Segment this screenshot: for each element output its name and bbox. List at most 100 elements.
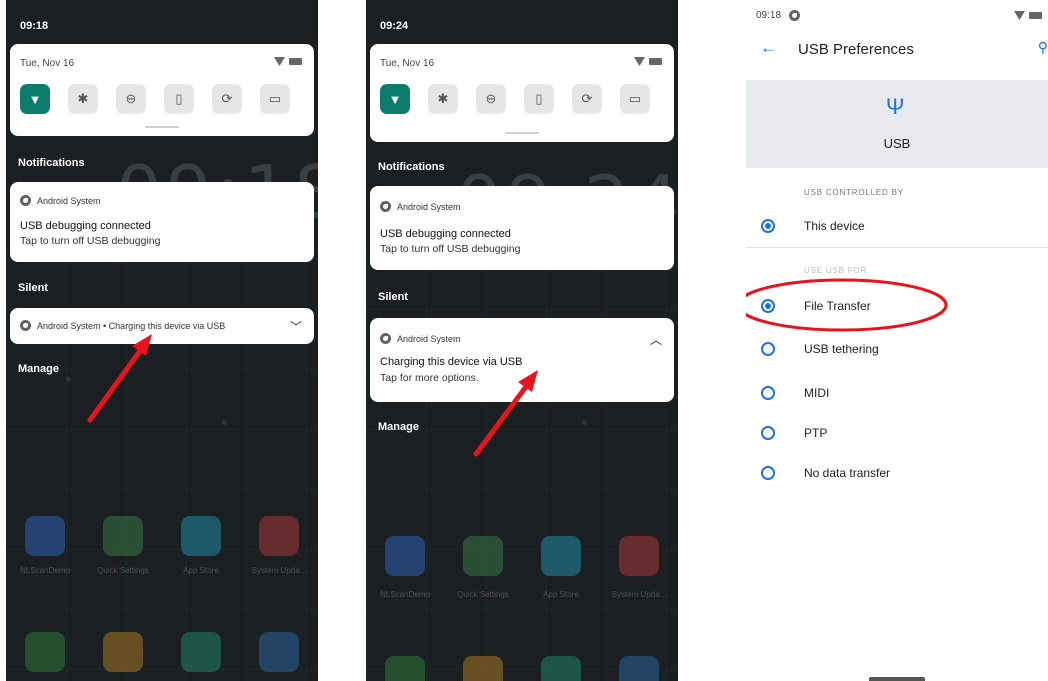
app-icon-quick-settings[interactable] <box>463 536 503 576</box>
radio-unchecked[interactable] <box>761 342 775 356</box>
wifi-icon <box>1014 11 1025 20</box>
manage-button[interactable]: Manage <box>18 363 59 375</box>
option-label: PTP <box>804 426 828 440</box>
qs-status-icons <box>274 57 302 66</box>
browser-app-icon[interactable] <box>181 632 221 672</box>
silent-header: Silent <box>378 291 408 303</box>
flashlight-icon: ▯ <box>535 91 543 106</box>
usb-label: USB <box>883 136 911 151</box>
page-title: USB Preferences <box>798 41 914 58</box>
notification-app-name: Android System <box>397 201 461 212</box>
option-no-data-transfer[interactable]: No data transfer <box>746 453 1048 493</box>
chevron-down-icon[interactable]: ﹀ <box>290 318 302 335</box>
manage-button[interactable]: Manage <box>378 421 419 433</box>
phone-app-icon[interactable] <box>385 656 425 681</box>
battery-saver-icon: ▭ <box>628 91 642 106</box>
notification-app-name: Android System <box>397 333 461 344</box>
status-bar-time: 09:18 <box>756 10 782 21</box>
drag-handle[interactable] <box>145 126 179 128</box>
app-label: Quick Settings <box>457 590 509 599</box>
qs-date: Tue, Nov 16 <box>380 58 435 69</box>
battery-icon <box>1029 12 1042 19</box>
chevron-up-icon[interactable]: ︿ <box>650 331 662 348</box>
android-system-icon <box>380 201 391 212</box>
option-this-device[interactable]: This device <box>746 206 1048 246</box>
radio-unchecked[interactable] <box>761 386 775 400</box>
browser-app-icon[interactable] <box>541 656 581 681</box>
option-ptp[interactable]: PTP <box>746 413 1048 453</box>
usb-debugging-notification[interactable]: Android System USB debugging connected T… <box>370 186 674 270</box>
bluetooth-tile[interactable]: ✱ <box>68 84 98 114</box>
app-icon-nlscandemo[interactable] <box>25 516 65 556</box>
option-midi[interactable]: MIDI <box>746 373 1048 413</box>
app-icon-app-store[interactable] <box>181 516 221 556</box>
divider <box>746 247 1048 248</box>
battery-saver-tile[interactable]: ▭ <box>620 84 650 114</box>
section-header-controlled-by: USB CONTROLLED BY <box>804 188 904 197</box>
wifi-tile[interactable]: ▼ <box>380 84 410 114</box>
phone-app-icon[interactable] <box>25 632 65 672</box>
dnd-tile[interactable]: ⊖ <box>116 84 146 114</box>
rotate-icon: ⟳ <box>221 91 233 106</box>
radio-unchecked[interactable] <box>761 426 775 440</box>
status-bar: 09:18 <box>756 10 801 21</box>
collapsed-notification-text: Android System • Charging this device vi… <box>37 320 226 331</box>
notification-text: Tap to turn off USB debugging <box>380 243 521 255</box>
android-system-icon <box>20 320 31 331</box>
app-label: NLScanDemo <box>20 566 70 575</box>
app-icon-system-update[interactable] <box>259 516 299 556</box>
messages-app-icon[interactable] <box>103 632 143 672</box>
app-label: App Store <box>543 590 579 599</box>
wifi-tile[interactable]: ▼ <box>20 84 50 114</box>
battery-saver-icon: ▭ <box>268 91 282 106</box>
silent-header: Silent <box>18 282 48 294</box>
status-bar-time: 09:24 <box>380 20 409 32</box>
search-icon[interactable]: ⚲ <box>1038 39 1048 56</box>
drag-handle[interactable] <box>505 132 539 134</box>
bluetooth-icon: ✱ <box>77 91 89 106</box>
notification-shade-collapsed: 09:18 09:18 Tue, Nov 16 ▼ ✱ ⊖ ▯ ⟳ ▭ Noti… <box>6 0 318 681</box>
app-icon-app-store[interactable] <box>541 536 581 576</box>
flashlight-tile[interactable]: ▯ <box>524 84 554 114</box>
camera-app-icon[interactable] <box>259 632 299 672</box>
messages-app-icon[interactable] <box>463 656 503 681</box>
annotation-ellipse <box>746 278 948 332</box>
app-icon-quick-settings[interactable] <box>103 516 143 556</box>
notifications-header: Notifications <box>18 157 85 169</box>
section-header-use-usb-for: USE USB FOR <box>804 266 868 275</box>
app-label: NLScanDemo <box>380 590 430 599</box>
option-label: MIDI <box>804 386 830 400</box>
battery-saver-tile[interactable]: ▭ <box>260 84 290 114</box>
camera-app-icon[interactable] <box>619 656 659 681</box>
app-icon-nlscandemo[interactable] <box>385 536 425 576</box>
wifi-icon <box>274 57 285 66</box>
wifi-tile-icon: ▼ <box>388 91 402 107</box>
app-bar: ← USB Preferences ⚲ <box>746 38 1048 78</box>
back-arrow-icon[interactable]: ← <box>760 38 777 58</box>
usb-preferences-screen: 09:18 ← USB Preferences ⚲ Ψ USB USB CONT… <box>746 0 1048 681</box>
android-system-icon <box>20 195 31 206</box>
app-icon-system-update[interactable] <box>619 536 659 576</box>
app-label: System Upda... <box>611 590 667 599</box>
option-label: No data transfer <box>804 466 891 480</box>
auto-rotate-tile[interactable]: ⟳ <box>212 84 242 114</box>
do-not-disturb-icon: ⊖ <box>485 91 497 106</box>
qs-date: Tue, Nov 16 <box>20 58 75 69</box>
radio-unchecked[interactable] <box>761 466 775 480</box>
rotate-icon: ⟳ <box>581 91 593 106</box>
flashlight-tile[interactable]: ▯ <box>164 84 194 114</box>
dnd-tile[interactable]: ⊖ <box>476 84 506 114</box>
wallpaper-pattern <box>366 250 678 681</box>
gesture-nav-bar[interactable] <box>869 677 925 681</box>
app-label: App Store <box>183 566 219 575</box>
radio-checked[interactable] <box>761 219 775 233</box>
notification-app-name: Android System <box>37 195 101 206</box>
usb-debugging-notification[interactable]: Android System USB debugging connected T… <box>10 182 314 262</box>
auto-rotate-tile[interactable]: ⟳ <box>572 84 602 114</box>
battery-icon <box>289 58 302 65</box>
notification-text: Tap to turn off USB debugging <box>20 235 161 247</box>
bluetooth-tile[interactable]: ✱ <box>428 84 458 114</box>
notifications-header: Notifications <box>378 161 445 173</box>
annotation-arrow <box>473 370 538 457</box>
annotation-arrow <box>87 334 152 423</box>
